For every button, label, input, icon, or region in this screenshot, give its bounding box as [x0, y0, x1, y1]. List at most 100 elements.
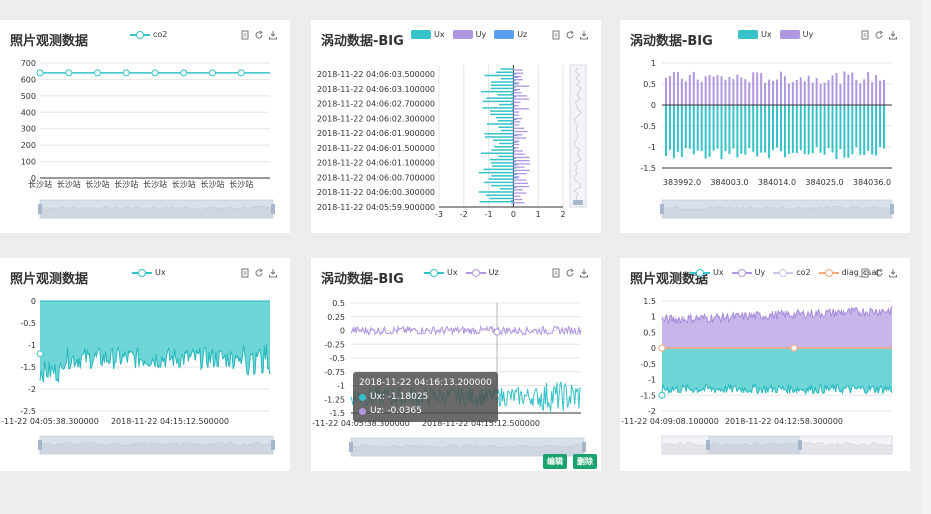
- x-tick-label: -11-22 04:09:08.100000: [621, 417, 719, 426]
- x-tick-label: 383992.0: [663, 178, 701, 187]
- y-tick-label: -0.5: [640, 360, 656, 369]
- datazoom-selection: [662, 200, 892, 218]
- chart-co2: 0100200300400500600700长沙站 长沙站 长沙站 长沙站 长沙站 长沙站…: [21, 59, 275, 219]
- y-tick-label: 2018-11-22 04:06:00.700000: [317, 173, 435, 182]
- y-tick-label: 0.5: [643, 80, 656, 89]
- x-tick-label: -1: [485, 210, 493, 219]
- x-tick-label: 长沙站: [143, 179, 167, 189]
- datazoom-handle: [798, 440, 802, 450]
- datazoom-handle: [271, 204, 275, 214]
- y-tick-label: 2018-11-22 04:06:01.100000: [317, 159, 435, 168]
- datazoom-handle: [349, 442, 353, 452]
- datazoom-selection: [40, 436, 273, 454]
- y-tick-label: 2018-11-22 04:06:01.500000: [317, 144, 435, 153]
- y-tick-label: 0: [340, 327, 345, 336]
- y-tick-label: -1.5: [20, 363, 36, 372]
- y-tick-label: 2018-11-22 04:06:01.900000: [317, 129, 435, 138]
- y-tick-label: -1.5: [640, 164, 656, 173]
- x-tick-label: 384036.0: [853, 178, 891, 187]
- y-tick-label: 2018-11-22 04:06:02.700000: [317, 100, 435, 109]
- panel-eddy-big-3: 涡动数据-BIG Ux Uz 0.5 0.25 0 -0.25 -0.5 -0.75 -1-…: [311, 258, 601, 471]
- datazoom-handle: [890, 204, 894, 214]
- x-tick-label: 384025.0: [805, 178, 843, 187]
- y-tick-label: 0.5: [643, 328, 656, 337]
- x-tick-label: -2: [460, 210, 468, 219]
- x-tick-label: 0: [511, 210, 516, 219]
- y-tick-label: 100: [21, 158, 36, 167]
- x-tick-label: -11-22 04:05:38.300000: [1, 417, 99, 426]
- datazoom-selection: [708, 436, 800, 454]
- y-tick-label: 0: [31, 297, 36, 306]
- y-tick-label: 200: [21, 141, 36, 150]
- data-point: [790, 344, 798, 352]
- y-tick-label: 2018-11-22 04:06:03.100000: [317, 85, 435, 94]
- chart-multi-area: 1.5 1 0.5 0 -0.5 -1 -1.5 -2-11-22 04:09:08.1000…: [621, 297, 893, 455]
- x-tick-label: 384014.0: [758, 178, 796, 187]
- datazoom-handle: [38, 204, 42, 214]
- y-tick-label: -0.25: [324, 340, 345, 349]
- y-tick-label: 0: [651, 101, 656, 110]
- y-tick-label: -1: [28, 341, 36, 350]
- panel-ux-photo: 照片观测数据 Ux 0 -0.5 -1 -1.5 -2 -2.5 -11-22 04:05:…: [0, 258, 290, 471]
- y-tick-label: -1: [648, 143, 656, 152]
- y-tick-label: 1: [651, 59, 656, 68]
- y-tick-label: -0.5: [20, 319, 36, 328]
- data-point: [36, 69, 44, 77]
- x-tick-label: 长沙站: [114, 179, 138, 189]
- page-scrollbar[interactable]: [921, 0, 931, 514]
- datazoom-handle: [38, 440, 42, 450]
- chart-ux-area: 0 -0.5 -1 -1.5 -2 -2.5-11-22 04:05:38.300000 2…: [1, 297, 275, 455]
- x-tick-label: 长沙站: [57, 179, 81, 189]
- panel-eddy-big-1: 涡动数据-BIG Ux Uy Uz -3 -2 -1 0 1 2 2018-11-22 04…: [311, 20, 601, 233]
- tooltip-row-ux: Ux: -1.18025: [359, 390, 492, 404]
- y-tick-label: -1: [337, 382, 345, 391]
- x-tick-label: 2018-11-22 04:12:58.300000: [725, 417, 843, 426]
- y-tick-label: 2018-11-22 04:06:00.300000: [317, 188, 435, 197]
- data-point: [151, 69, 159, 77]
- edit-button[interactable]: 编辑: [543, 454, 567, 469]
- y-tick-label: -2.5: [20, 407, 36, 416]
- series-area-uy: [662, 305, 892, 349]
- panel-multi-photo: 照片观测数据 Ux Uy co2 diag_csat 1.5 1 0.5 0 -0.5-…: [620, 258, 910, 471]
- data-point: [122, 69, 130, 77]
- y-tick-label: 0.5: [332, 299, 345, 308]
- y-tick-label: -2: [28, 385, 36, 394]
- delete-button[interactable]: 删除: [573, 454, 597, 469]
- panel-eddy-big-2: 涡动数据-BIG Ux Uy 1 0.5 0 -0.5 -1 -1.5 383992.0 38…: [620, 20, 910, 233]
- datazoom-handle: [573, 200, 583, 205]
- chart-eddy-lines: 0.50.250-0.25-0.5-0.75-1-1.25-1.5-11-22 …: [312, 299, 586, 457]
- y-tick-label: -0.75: [324, 368, 345, 377]
- x-tick-label: 384003.0: [710, 178, 748, 187]
- y-tick-label: 400: [21, 108, 36, 117]
- datazoom-handle: [582, 442, 586, 452]
- datazoom-handle: [271, 440, 275, 450]
- y-tick-label: 2018-11-22 04:05:59.900000: [317, 203, 435, 212]
- datazoom-handle: [660, 204, 664, 214]
- panel-co2-photo: 照片观测数据 co2 0 100 200 300 400 500 600 700 长沙站 长沙站长…: [0, 20, 290, 233]
- y-tick-label: -1.25: [324, 395, 345, 404]
- data-point: [36, 350, 44, 358]
- y-tick-label: -1.5: [640, 391, 656, 400]
- x-tick-label: 长沙站: [86, 179, 110, 189]
- y-tick-label: -2: [648, 407, 656, 416]
- y-tick-label: -0.5: [329, 354, 345, 363]
- y-tick-label: 700: [21, 59, 36, 68]
- tooltip-time: 2018-11-22 04:16:13.200000: [359, 378, 492, 388]
- y-tick-label: 1: [651, 313, 656, 322]
- x-tick-label: 2: [560, 210, 565, 219]
- y-tick-label: 0: [651, 344, 656, 353]
- data-point: [209, 69, 216, 77]
- y-tick-label: 300: [21, 125, 36, 134]
- x-tick-label: 1: [536, 210, 541, 219]
- y-tick-label: 500: [21, 92, 36, 101]
- data-point: [658, 344, 666, 352]
- y-tick-label: -0.5: [640, 122, 656, 131]
- y-tick-label: 2018-11-22 04:06:03.500000: [317, 70, 435, 79]
- y-tick-label: 600: [21, 75, 36, 84]
- x-tick-label: -3: [435, 210, 443, 219]
- data-point: [94, 69, 101, 77]
- x-tick-label: 2018-11-22 04:15:12.500000: [111, 417, 229, 426]
- data-point: [237, 69, 245, 77]
- chart-eddy-vertical-bar: 1 0.5 0 -0.5 -1 -1.5 383992.0 384003.0 384014.0 3…: [640, 59, 894, 219]
- data-point: [180, 69, 188, 77]
